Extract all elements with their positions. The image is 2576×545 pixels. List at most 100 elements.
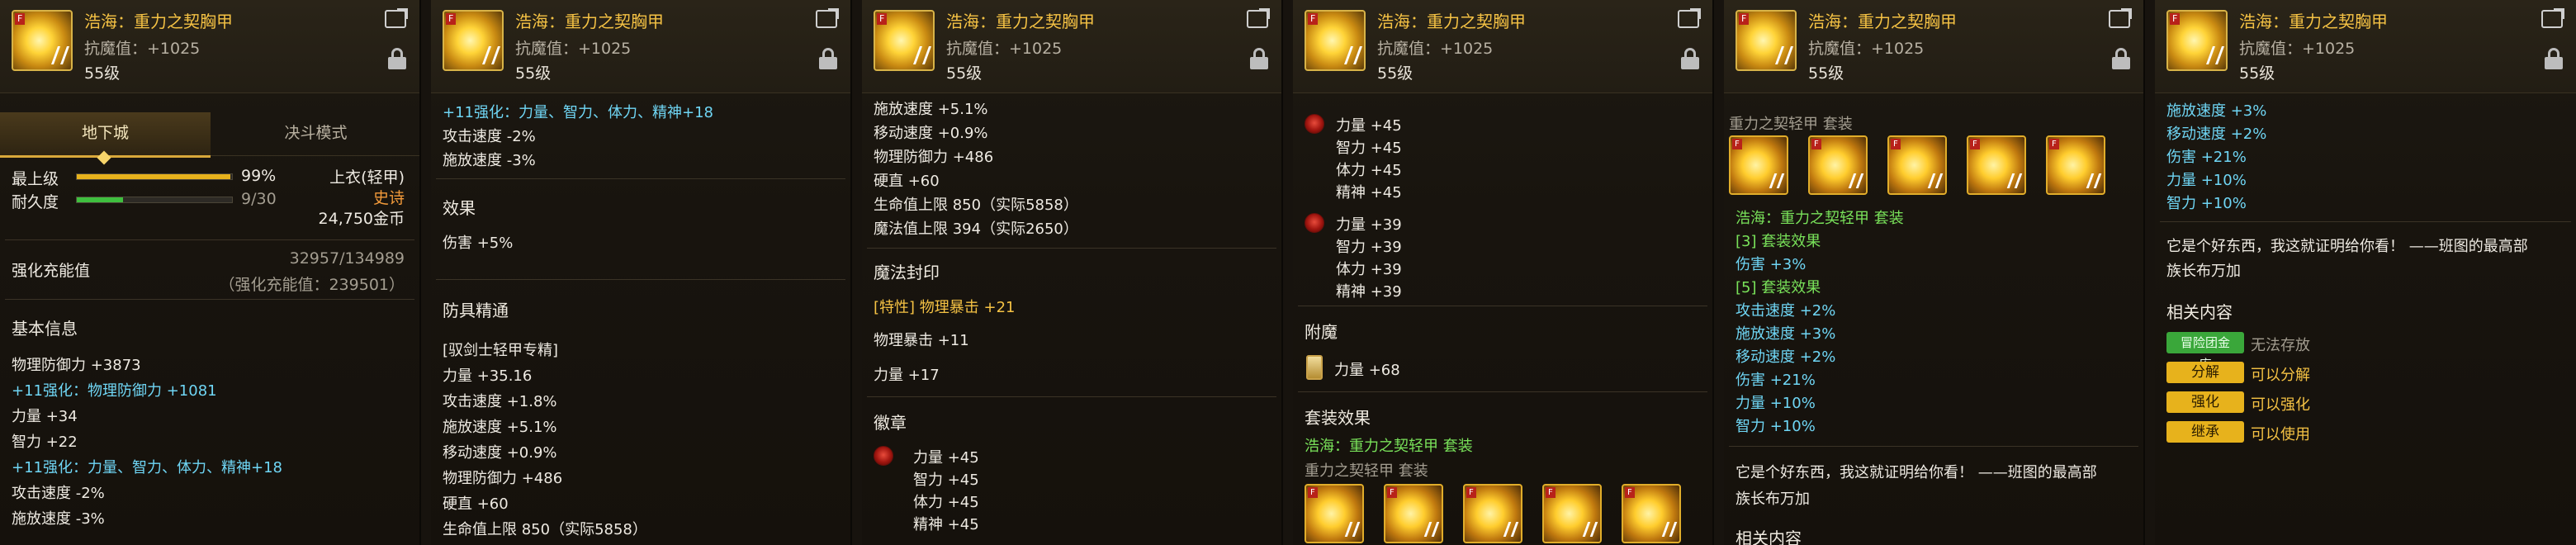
item-header: F 浩海：重力之契胸甲 抗魔值：+1025 55级 <box>2155 0 2576 93</box>
stat-line: 物理防御力 +486 <box>874 149 994 166</box>
item-name: 浩海：重力之契胸甲 <box>1377 12 1526 31</box>
item-rarity: 史诗 <box>372 189 405 207</box>
item-name: 浩海：重力之契胸甲 <box>515 12 664 31</box>
share-icon[interactable] <box>1247 8 1270 28</box>
item-magic-resist: 抗魔值：+1025 <box>1808 40 1925 58</box>
mode-tabs: 地下城 决斗模式 <box>0 112 419 158</box>
share-icon[interactable] <box>385 8 408 28</box>
action-button[interactable]: 继承 <box>2166 421 2244 443</box>
stat-line: 精神 +45 <box>1336 184 1402 201</box>
item-header: F 浩海：重力之契胸甲 抗魔值：+1025 55级 <box>431 0 850 93</box>
max-level-value: 99% <box>241 167 277 185</box>
stat-line: 攻击速度 +2% <box>1735 302 1836 320</box>
lock-icon[interactable] <box>388 48 406 69</box>
lock-icon[interactable] <box>2112 48 2130 69</box>
stat-line: 伤害 +21% <box>1735 372 1816 389</box>
armor-mastery-title: 防具精通 <box>443 301 509 320</box>
item-magic-resist: 抗魔值：+1025 <box>946 40 1063 58</box>
set-piece-icon[interactable]: F <box>1808 135 1868 195</box>
magic-seal-title: 魔法封印 <box>874 263 940 282</box>
reinforce-value: 32957/134989 <box>289 249 405 268</box>
stat-line: 力量 +45 <box>1336 117 1402 135</box>
share-icon[interactable] <box>2109 8 2132 28</box>
item-header: F 浩海：重力之契胸甲 抗魔值：+1025 55级 <box>1293 0 1712 93</box>
item-level: 55级 <box>515 64 552 83</box>
set-name: 浩海：重力之契轻甲 套装 <box>1735 210 1904 227</box>
stat-line: 物理防御力 +3873 <box>12 357 141 374</box>
item-icon: F <box>2166 10 2228 71</box>
stat-line: 力量 +39 <box>1336 216 1402 234</box>
set-piece-icon[interactable]: F <box>1729 135 1788 195</box>
stat-line: 施放速度 -3% <box>443 152 536 169</box>
tooltip-panel-5: F 浩海：重力之契胸甲 抗魔值：+1025 55级 重力之契轻甲 套装 F F … <box>1724 0 2145 545</box>
stat-line: 智力 +22 <box>12 434 78 451</box>
seal-line: 力量 +17 <box>874 367 940 384</box>
effect-line: 伤害 +5% <box>443 235 514 252</box>
item-name: 浩海：重力之契胸甲 <box>2239 12 2388 31</box>
item-magic-resist: 抗魔值：+1025 <box>84 40 201 58</box>
set-piece-icon[interactable]: F <box>1542 484 1602 543</box>
action-button[interactable]: 分解 <box>2166 362 2244 383</box>
action-button[interactable]: 强化 <box>2166 391 2244 413</box>
tab-dungeon[interactable]: 地下城 <box>0 112 211 158</box>
set-piece-icon[interactable]: F <box>1305 484 1364 543</box>
reinforce-sub: （强化充能值：239501） <box>219 276 405 294</box>
item-name: 浩海：重力之契胸甲 <box>946 12 1095 31</box>
lock-icon[interactable] <box>1250 48 1268 69</box>
share-icon[interactable] <box>2541 8 2564 28</box>
stat-line: 攻击速度 -2% <box>443 128 536 145</box>
stat-line: 智力 +45 <box>913 472 979 489</box>
item-icon: F <box>1735 10 1797 71</box>
set-piece-icon[interactable]: F <box>1463 484 1522 543</box>
durability-value: 9/30 <box>241 190 277 208</box>
durability-bar <box>76 197 233 203</box>
stat-line: 移动速度 +2% <box>1735 348 1836 366</box>
stat-line: 力量 +10% <box>1735 395 1816 412</box>
tooltip-panel-2: F 浩海：重力之契胸甲 抗魔值：+1025 55级 +11强化：力量、智力、体力… <box>431 0 852 545</box>
tab-pvp[interactable]: 决斗模式 <box>211 112 419 156</box>
reinforce-title: 强化充能值 <box>12 262 91 280</box>
stat-line: 智力 +45 <box>1336 140 1402 157</box>
lock-icon[interactable] <box>2545 48 2563 69</box>
item-level: 55级 <box>946 64 983 83</box>
lock-icon[interactable] <box>819 48 837 69</box>
durability-label: 耐久度 <box>12 193 59 211</box>
set-piece-icon[interactable]: F <box>1887 135 1947 195</box>
enchant-line: 力量 +68 <box>1334 362 1400 379</box>
set-piece-icon[interactable]: F <box>1967 135 2026 195</box>
share-icon[interactable] <box>1678 8 1701 28</box>
tooltip-panel-6: F 浩海：重力之契胸甲 抗魔值：+1025 55级 施放速度 +3% 移动速度 +… <box>2155 0 2576 545</box>
action-button[interactable]: 冒险团金库 <box>2166 332 2244 372</box>
emblem-icon <box>1305 213 1324 233</box>
flavor-text: 它是个好东西，我这就证明给你看！ ——班图的最高部 <box>1735 464 2097 481</box>
item-level: 55级 <box>84 64 121 83</box>
item-header: F 浩海：重力之契胸甲 抗魔值：+1025 55级 <box>862 0 1281 93</box>
tooltip-panel-4: F 浩海：重力之契胸甲 抗魔值：+1025 55级 力量 +45 智力 +45 体力… <box>1293 0 1714 545</box>
basic-info-title: 基本信息 <box>12 319 78 339</box>
item-level: 55级 <box>1808 64 1844 83</box>
stat-line: 攻击速度 -2% <box>12 485 105 502</box>
emblem-icon <box>1305 114 1324 134</box>
share-icon[interactable] <box>816 8 839 28</box>
flavor-text: 它是个好东西，我这就证明给你看！ ——班图的最高部 <box>2166 238 2528 255</box>
stat-line: 力量 +10% <box>2166 172 2247 189</box>
stat-line: +11强化：力量、智力、体力、精神+18 <box>12 459 282 476</box>
stat-line: 施放速度 +3% <box>2166 102 2267 120</box>
item-level: 55级 <box>1377 64 1413 83</box>
stat-line: 体力 +45 <box>1336 162 1402 179</box>
stat-line: 移动速度 +0.9% <box>443 444 557 462</box>
lock-icon[interactable] <box>1681 48 1699 69</box>
set-piece-icon[interactable]: F <box>2046 135 2105 195</box>
stat-line: 物理防御力 +486 <box>443 470 563 487</box>
stat-line: 精神 +39 <box>1336 283 1402 301</box>
set-piece-icon[interactable]: F <box>1622 484 1681 543</box>
set-piece-icon[interactable]: F <box>1384 484 1443 543</box>
item-icon: F <box>12 10 73 71</box>
action-desc: 可以分解 <box>2251 367 2310 384</box>
stat-line: 力量 +34 <box>12 408 78 425</box>
tooltip-panel-3: F 浩海：重力之契胸甲 抗魔值：+1025 55级 施放速度 +5.1% 移动速度… <box>862 0 1283 545</box>
item-icon: F <box>874 10 935 71</box>
stat-line: +11强化：力量、智力、体力、精神+18 <box>443 104 713 121</box>
item-magic-resist: 抗魔值：+1025 <box>2239 40 2356 58</box>
set3-line: 伤害 +3% <box>1735 256 1807 273</box>
